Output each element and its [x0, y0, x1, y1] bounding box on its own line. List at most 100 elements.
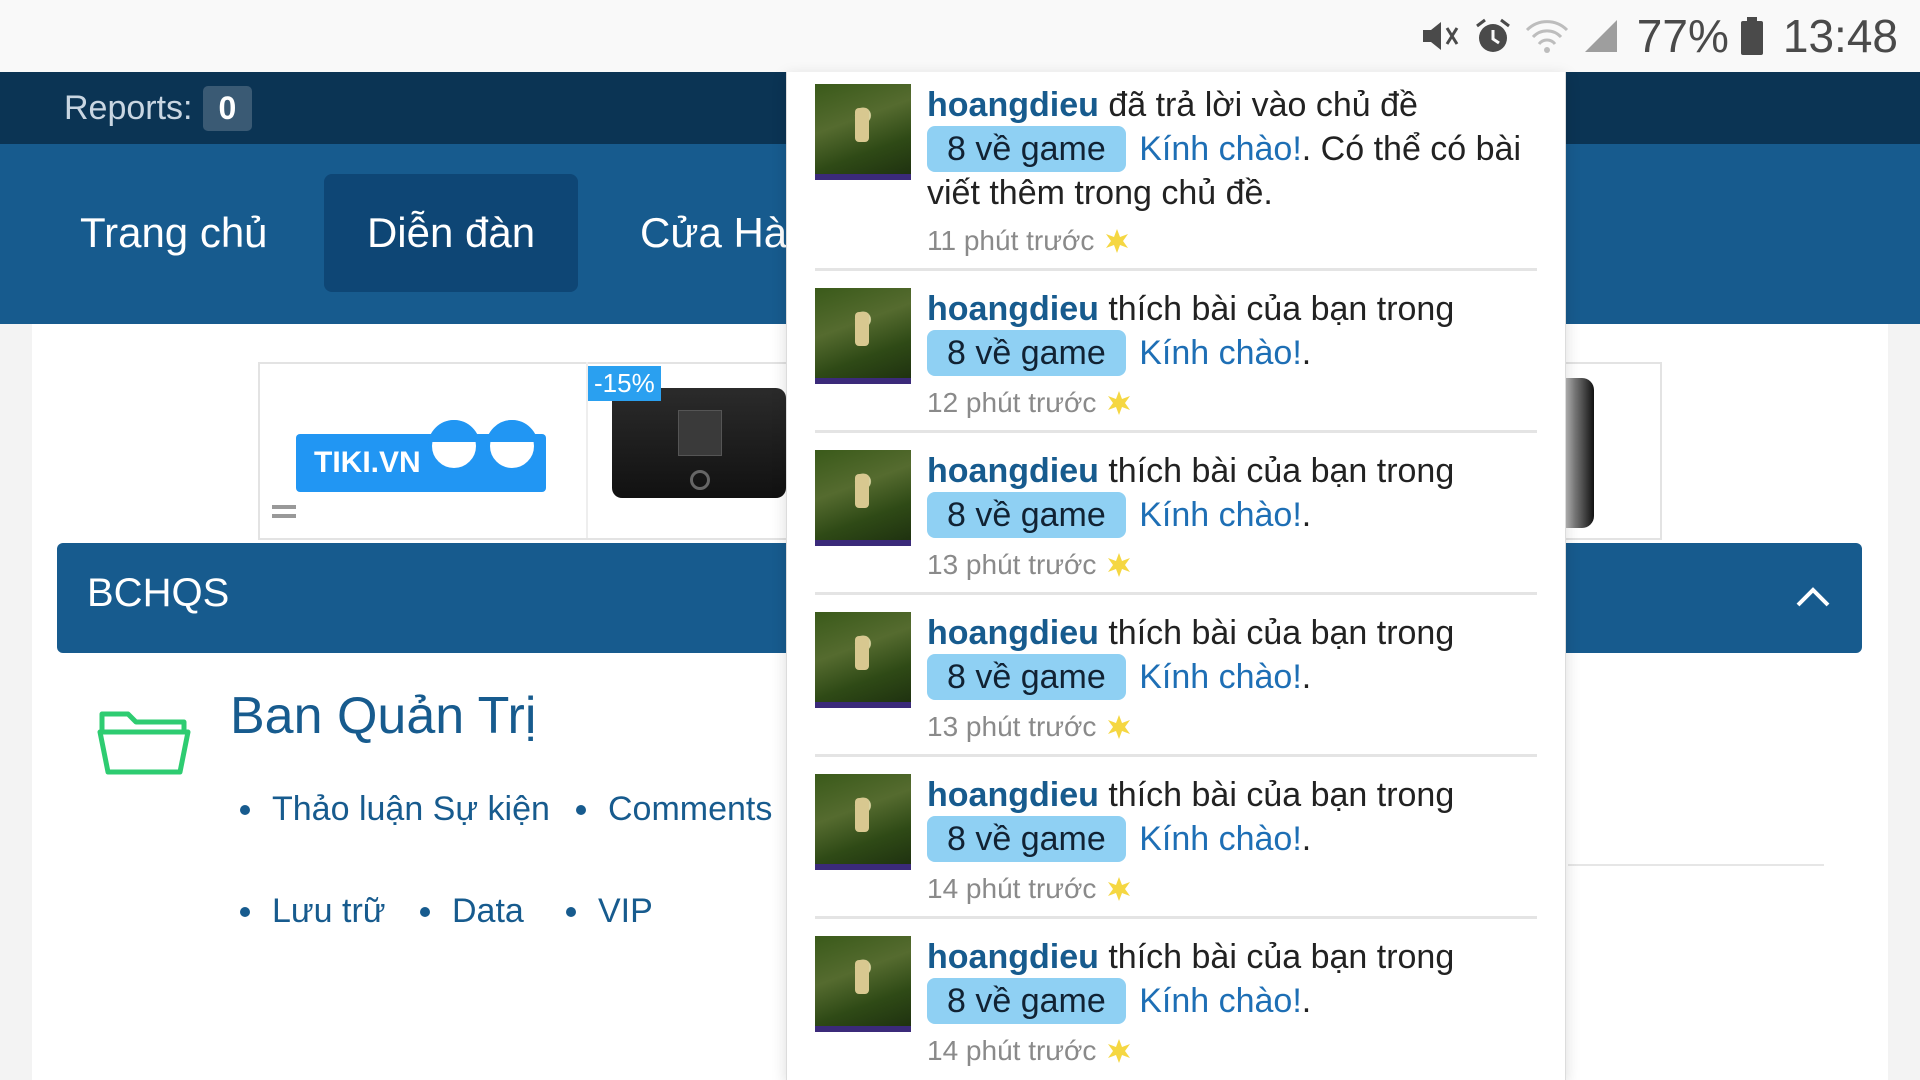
battery-percent: 77%: [1636, 10, 1729, 62]
notification-action: thích bài của bạn trong: [1108, 776, 1455, 814]
subforum-link[interactable]: Lưu trữ: [240, 892, 386, 931]
thread-prefix-tag[interactable]: 8 về game: [927, 330, 1126, 376]
signal-icon: [1579, 14, 1623, 58]
avatar[interactable]: [815, 450, 911, 546]
discount-badge: -15%: [588, 366, 661, 401]
new-star-icon: [1108, 553, 1131, 577]
thread-link[interactable]: Kính chào!: [1139, 130, 1302, 168]
thread-prefix-tag[interactable]: 8 về game: [927, 492, 1126, 538]
notification-divider: [815, 592, 1537, 595]
notification-time: 11 phút trước: [927, 220, 1527, 262]
notification-action: thích bài của bạn trong: [1108, 614, 1455, 652]
new-star-icon: [1108, 715, 1131, 739]
notification-action: thích bài của bạn trong: [1108, 452, 1455, 490]
subforum-link[interactable]: Thảo luận Sự kiện: [240, 790, 550, 829]
ad-menu-icon[interactable]: [272, 503, 296, 521]
avatar[interactable]: [815, 288, 911, 384]
notification-user[interactable]: hoangdieu: [927, 452, 1099, 490]
notification-user[interactable]: hoangdieu: [927, 938, 1099, 976]
notification-user[interactable]: hoangdieu: [927, 86, 1099, 124]
thread-prefix-tag[interactable]: 8 về game: [927, 978, 1126, 1024]
notification-text: hoangdieu đã trả lời vào chủ đề 8 về gam…: [927, 84, 1527, 262]
time-label: 11 phút trước: [927, 225, 1095, 256]
chevron-up-icon[interactable]: [1792, 577, 1834, 619]
notification-suffix: .: [1301, 334, 1312, 372]
thread-prefix-tag[interactable]: 8 về game: [927, 126, 1126, 172]
notification-suffix: .: [1301, 982, 1312, 1020]
bullet-icon: [420, 906, 430, 917]
avatar[interactable]: [815, 612, 911, 708]
router-screen: [678, 410, 722, 456]
subforum-link[interactable]: Comments: [576, 790, 772, 829]
notification-time: 13 phút trước: [927, 544, 1527, 586]
thread-link[interactable]: Kính chào!: [1139, 496, 1302, 534]
alarm-icon: [1471, 14, 1515, 58]
time-label: 13 phút trước: [927, 549, 1097, 580]
nav-tab-forums[interactable]: Diễn đàn: [324, 174, 578, 292]
status-icons: 77% 13:48: [1417, 10, 1898, 62]
reports-count-badge: 0: [202, 85, 253, 131]
router-button: [690, 470, 710, 490]
thread-link[interactable]: Kính chào!: [1139, 658, 1302, 696]
category-title: BCHQS: [87, 571, 230, 615]
notification-divider: [815, 754, 1537, 757]
notification-divider: [815, 268, 1537, 271]
notification-user[interactable]: hoangdieu: [927, 776, 1099, 814]
notification-time: 12 phút trước: [927, 382, 1527, 424]
thread-prefix-tag[interactable]: 8 về game: [927, 654, 1126, 700]
notification-time: 14 phút trước: [927, 868, 1527, 910]
notification-text: hoangdieu thích bài của bạn trong 8 về g…: [927, 450, 1527, 586]
screen: 77% 13:48 Reports: 0 Trang chủ Diễn đàn …: [0, 0, 1920, 1080]
nav-tab-home[interactable]: Trang chủ: [38, 174, 310, 292]
notification-text: hoangdieu thích bài của bạn trong 8 về g…: [927, 612, 1527, 748]
bullet-icon: [240, 804, 250, 815]
time-label: 14 phút trước: [927, 873, 1097, 904]
thread-link[interactable]: Kính chào!: [1139, 334, 1302, 372]
notification-divider: [815, 916, 1537, 919]
status-bar: 77% 13:48: [0, 0, 1920, 72]
new-star-icon: [1108, 877, 1131, 901]
bullet-icon: [566, 906, 576, 917]
time-label: 13 phút trước: [927, 711, 1097, 742]
notification-suffix: .: [1301, 658, 1312, 696]
reports-link[interactable]: Reports: 0: [64, 84, 253, 132]
notification-action: thích bài của bạn trong: [1108, 290, 1455, 328]
mute-icon: [1417, 14, 1461, 58]
time-label: 12 phút trước: [927, 387, 1097, 418]
new-star-icon: [1106, 229, 1129, 253]
notifications-dropdown: hoangdieu đã trả lời vào chủ đề 8 về gam…: [786, 72, 1566, 1080]
notification-user[interactable]: hoangdieu: [927, 614, 1099, 652]
new-star-icon: [1108, 1039, 1131, 1063]
bullet-icon: [576, 804, 586, 815]
tiki-mascot-icon: [428, 420, 538, 472]
notification-text: hoangdieu thích bài của bạn trong 8 về g…: [927, 936, 1527, 1072]
notification-divider: [815, 430, 1537, 433]
subforum-link[interactable]: VIP: [566, 892, 653, 931]
avatar[interactable]: [815, 936, 911, 1032]
thread-prefix-tag[interactable]: 8 về game: [927, 816, 1126, 862]
folder-icon: [97, 711, 191, 775]
subforum-link[interactable]: Data: [420, 892, 524, 931]
divider: [1568, 864, 1824, 866]
forum-node-title[interactable]: Ban Quản Trị: [230, 686, 536, 746]
thread-link[interactable]: Kính chào!: [1139, 982, 1302, 1020]
notification-text: hoangdieu thích bài của bạn trong 8 về g…: [927, 774, 1527, 910]
new-star-icon: [1108, 391, 1131, 415]
clock: 13:48: [1782, 10, 1898, 62]
wifi-icon: [1525, 14, 1569, 58]
avatar[interactable]: [815, 84, 911, 180]
reports-label: Reports:: [64, 88, 193, 127]
notification-suffix: .: [1301, 820, 1312, 858]
subforum-label: Lưu trữ: [272, 892, 386, 930]
subforum-label: VIP: [598, 892, 653, 930]
notification-user[interactable]: hoangdieu: [927, 290, 1099, 328]
notification-time: 13 phút trước: [927, 706, 1527, 748]
battery-icon: [1739, 14, 1765, 58]
thread-link[interactable]: Kính chào!: [1139, 820, 1302, 858]
notification-text: hoangdieu thích bài của bạn trong 8 về g…: [927, 288, 1527, 424]
avatar[interactable]: [815, 774, 911, 870]
subforum-label: Data: [452, 892, 524, 930]
subforum-label: Comments: [608, 790, 773, 828]
time-label: 14 phút trước: [927, 1035, 1097, 1066]
bullet-icon: [240, 906, 250, 917]
